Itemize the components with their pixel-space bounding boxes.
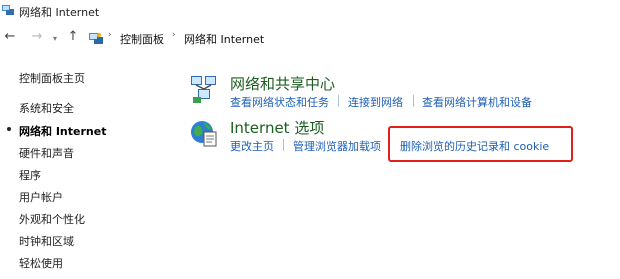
sidebar-item-control-panel-home[interactable]: 控制面板主页 [19,70,85,86]
link-divider [413,95,414,107]
change-homepage-link[interactable]: 更改主页 [230,138,274,154]
window-title: 网络和 Internet [19,6,100,19]
sidebar-item-network-internet[interactable]: 网络和 Internet [19,123,106,139]
sidebar-item-programs[interactable]: 程序 [19,167,41,183]
breadcrumb-network-internet[interactable]: 网络和 Internet [184,31,264,47]
chevron-down-icon[interactable]: ▾ [51,32,59,46]
current-item-bullet [7,127,11,131]
sidebar-item-appearance[interactable]: 外观和个性化 [19,211,85,227]
title-bar: 网络和 Internet [0,0,620,22]
back-arrow-icon[interactable]: ← [3,30,17,44]
navigation-bar: ← → ▾ ↑ › 控制面板 › 网络和 Internet [0,24,620,52]
link-divider [338,95,339,107]
breadcrumb-control-panel[interactable]: 控制面板 [120,31,164,47]
view-network-computers-link[interactable]: 查看网络计算机和设备 [422,94,532,110]
connect-to-network-link[interactable]: 连接到网络 [348,94,403,110]
breadcrumb-separator-icon[interactable]: › [108,30,112,40]
sidebar-item-ease-of-access[interactable]: 轻松使用 [19,255,63,271]
network-sharing-center-icon[interactable] [189,74,219,107]
network-sharing-center-title[interactable]: 网络和共享中心 [230,73,335,94]
up-arrow-icon[interactable]: ↑ [66,30,80,44]
breadcrumb-separator-icon[interactable]: › [172,30,176,40]
sidebar-item-user-accounts[interactable]: 用户帐户 [19,189,63,205]
view-network-status-link[interactable]: 查看网络状态和任务 [230,94,329,110]
highlight-annotation [388,126,573,162]
sidebar-item-clock-region[interactable]: 时钟和区域 [19,233,74,249]
manage-add-ons-link[interactable]: 管理浏览器加载项 [293,138,381,154]
forward-arrow-icon[interactable]: → [30,30,44,44]
control-panel-icon [88,30,104,46]
sidebar-item-system-security[interactable]: 系统和安全 [19,100,74,116]
link-divider [283,139,284,151]
sidebar-item-hardware-sound[interactable]: 硬件和声音 [19,145,74,161]
internet-options-icon[interactable] [189,118,219,151]
internet-options-title[interactable]: Internet 选项 [230,117,324,138]
network-icon [1,3,15,17]
